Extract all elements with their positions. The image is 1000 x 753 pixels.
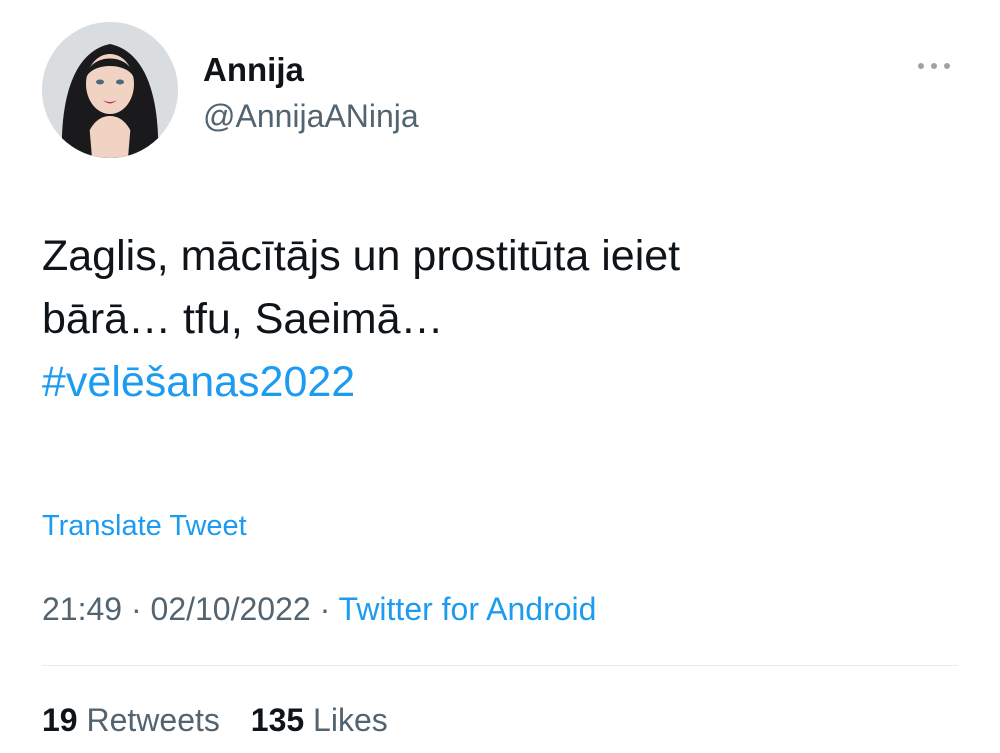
avatar[interactable] [42, 22, 178, 158]
tweet-source-link[interactable]: Twitter for Android [339, 591, 597, 627]
tweet-text: Zaglis, mācītājs un prostitūta ieiet bār… [42, 225, 962, 414]
author-handle[interactable]: @AnnijaANinja [203, 96, 419, 136]
retweets-label: Retweets [86, 702, 220, 738]
tweet-time[interactable]: 21:49 [42, 591, 122, 627]
meta-separator: · [130, 591, 142, 627]
hashtag-link[interactable]: #vēlēšanas2022 [42, 358, 355, 406]
more-horizontal-icon [918, 63, 950, 69]
translate-tweet-link[interactable]: Translate Tweet [42, 508, 247, 544]
avatar-image [42, 22, 178, 158]
tweet-text-line: Zaglis, mācītājs un prostitūta ieiet [42, 232, 681, 280]
likes-label: Likes [313, 702, 388, 738]
likes-count: 135 [250, 702, 305, 738]
meta-separator: · [319, 591, 331, 627]
tweet-card: Annija @AnnijaANinja Zaglis, mācītājs un… [0, 0, 1000, 753]
retweets-stat[interactable]: 19 Retweets [42, 702, 229, 738]
author-display-name[interactable]: Annija [203, 50, 304, 90]
tweet-stats: 19 Retweets 135 Likes [42, 700, 388, 740]
divider [42, 665, 958, 666]
likes-stat[interactable]: 135 Likes [251, 702, 388, 738]
tweet-date[interactable]: 02/10/2022 [151, 591, 311, 627]
retweets-count: 19 [42, 702, 78, 738]
more-options-button[interactable] [912, 52, 956, 80]
tweet-metadata: 21:49 · 02/10/2022 · Twitter for Android [42, 589, 596, 629]
tweet-text-line: bārā… tfu, Saeimā… [42, 295, 444, 343]
